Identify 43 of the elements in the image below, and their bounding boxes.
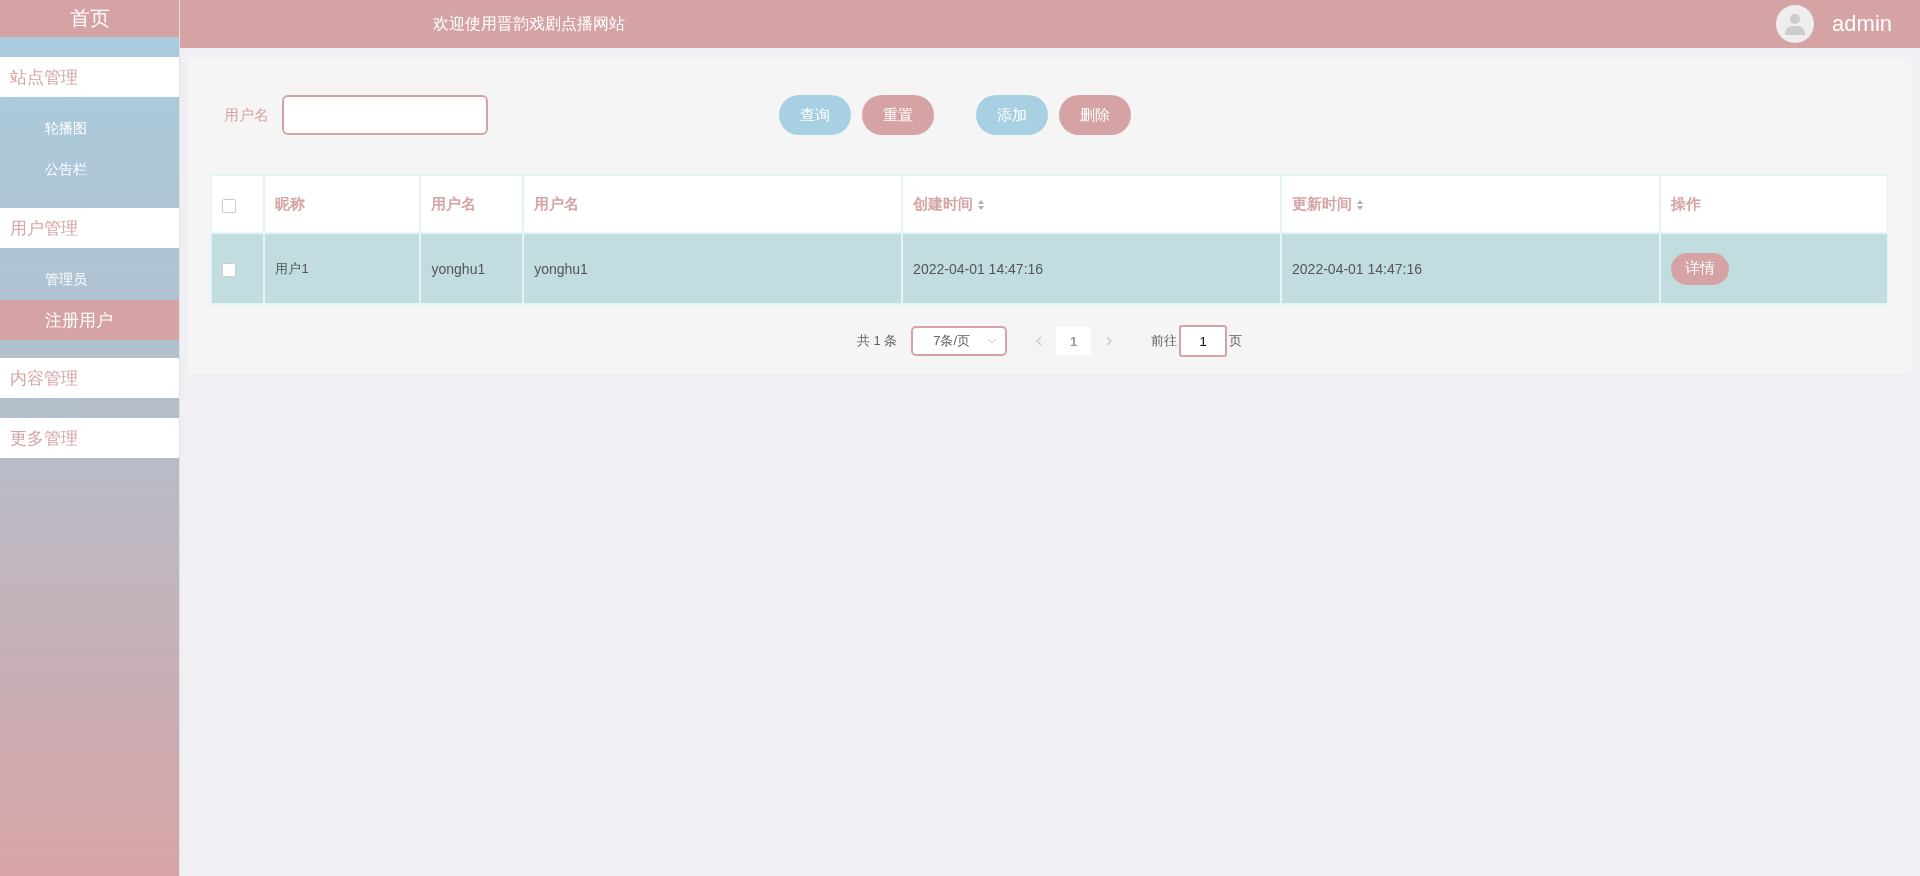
menu-group[interactable]: 内容管理 xyxy=(0,358,179,398)
menu-item[interactable]: 注册用户 xyxy=(0,300,179,340)
page-size-select[interactable]: 7条/页 xyxy=(911,326,1008,356)
avatar-icon[interactable] xyxy=(1776,5,1815,43)
menu-group[interactable]: 用户管理 xyxy=(0,208,179,248)
site-title: 欢迎使用晋韵戏剧点播网站 xyxy=(433,13,625,34)
column-header[interactable]: 更新时间 xyxy=(1281,175,1660,233)
action-button[interactable]: 查询 xyxy=(779,95,851,135)
chevron-right-icon[interactable] xyxy=(1105,336,1112,346)
username-input[interactable] xyxy=(282,95,488,135)
select-all-checkbox[interactable] xyxy=(222,198,236,213)
action-button[interactable]: 添加 xyxy=(976,95,1048,135)
table-cell: 用户1 xyxy=(264,233,421,304)
chevron-down-icon[interactable] xyxy=(987,338,998,344)
chevron-left-icon[interactable] xyxy=(1035,336,1042,346)
page-suffix: 页 xyxy=(1229,332,1243,350)
menu-group[interactable]: 站点管理 xyxy=(0,57,179,97)
details-button[interactable]: 详情 xyxy=(1671,252,1729,285)
user-name[interactable]: admin xyxy=(1832,11,1892,37)
action-button[interactable]: 重置 xyxy=(862,95,934,135)
column-header: 昵称 xyxy=(264,175,421,233)
sort-icon[interactable] xyxy=(1356,198,1365,211)
page-number[interactable]: 1 xyxy=(1056,327,1092,355)
total-count: 共 1 条 xyxy=(856,332,898,350)
menu-item[interactable]: 管理员 xyxy=(0,259,179,300)
menu-group[interactable]: 更多管理 xyxy=(0,418,179,458)
goto-label: 前往 xyxy=(1151,332,1178,350)
table-cell: yonghu1 xyxy=(523,233,903,304)
table-cell: 2022-04-01 14:47:16 xyxy=(902,233,1282,304)
menu-item[interactable]: 轮播图 xyxy=(0,108,179,149)
menu-item[interactable]: 公告栏 xyxy=(0,149,179,190)
home-link[interactable]: 首页 xyxy=(0,0,179,37)
field-label: 用户名 xyxy=(224,105,269,125)
goto-page-input[interactable]: 1 xyxy=(1179,325,1228,357)
table-cell: yonghu1 xyxy=(420,233,524,304)
column-header: 用户名 xyxy=(523,175,903,233)
row-checkbox[interactable] xyxy=(222,262,236,277)
sort-icon[interactable] xyxy=(977,198,986,211)
column-header: 用户名 xyxy=(420,175,524,233)
column-header: 操作 xyxy=(1660,175,1888,233)
table-cell: 2022-04-01 14:47:16 xyxy=(1281,233,1660,304)
action-button[interactable]: 删除 xyxy=(1059,95,1131,135)
column-header[interactable]: 创建时间 xyxy=(902,175,1282,233)
